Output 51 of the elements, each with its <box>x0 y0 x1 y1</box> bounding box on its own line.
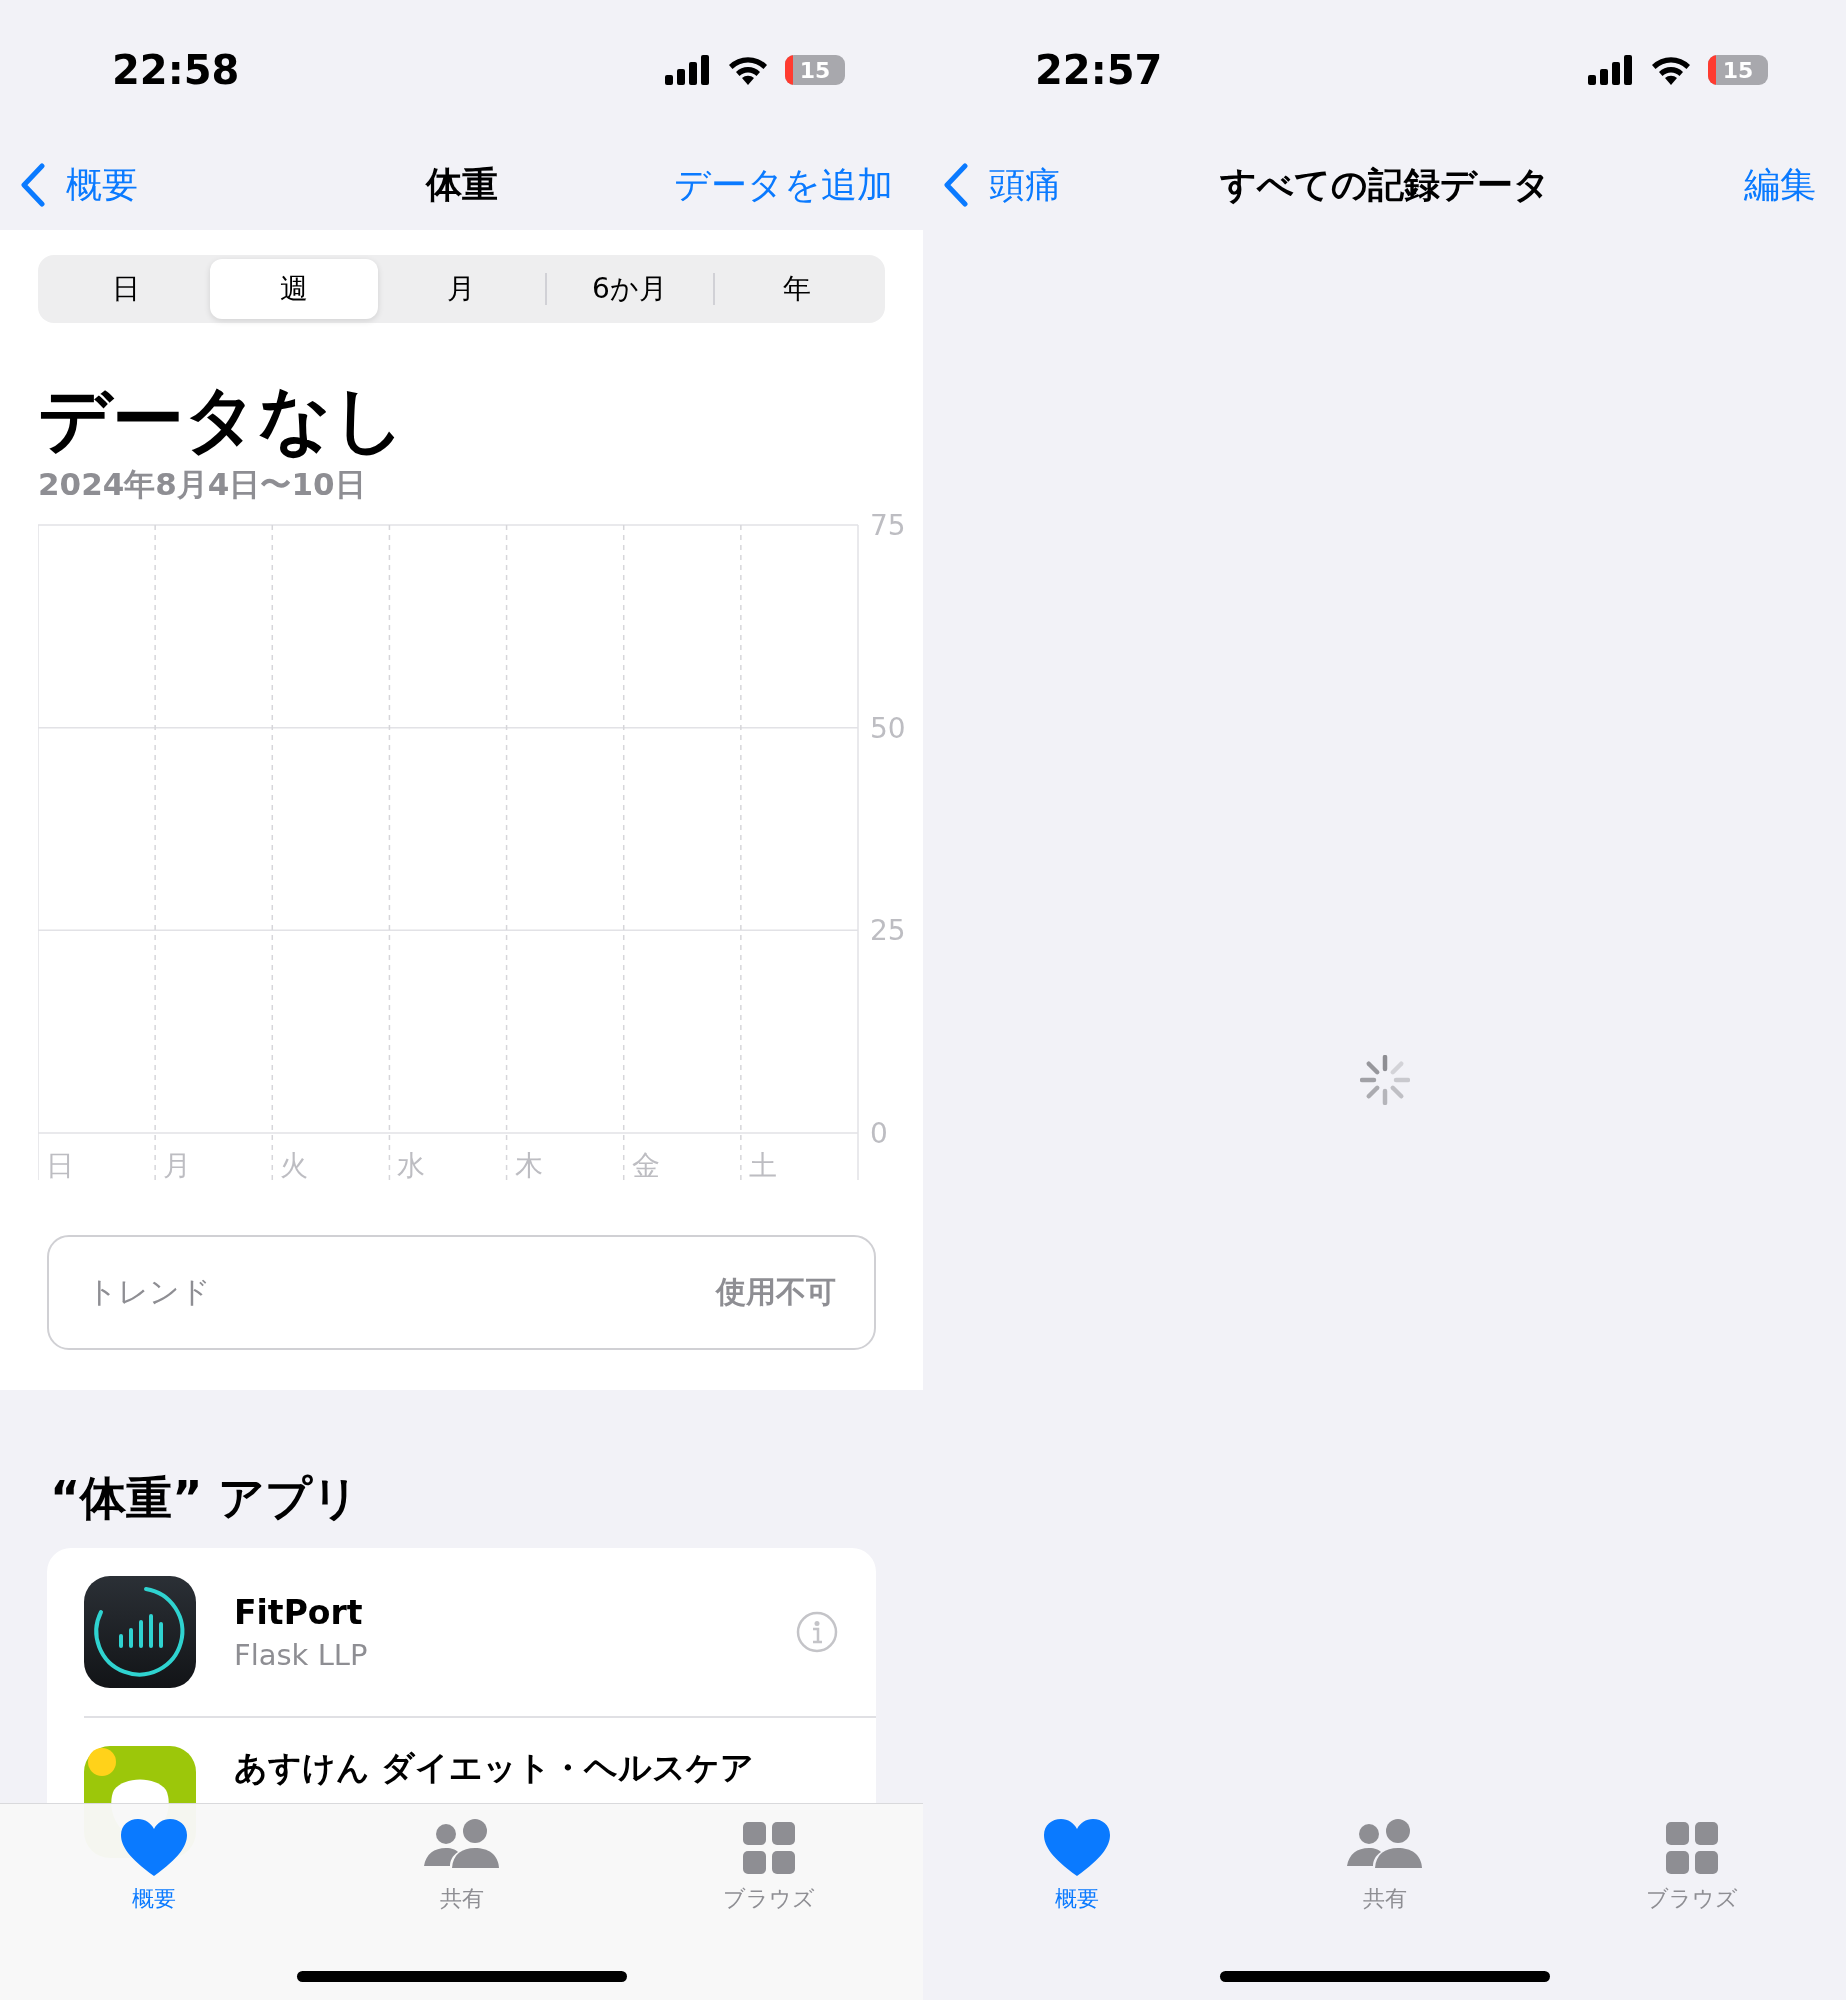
tab-bar-item[interactable]: 概要 <box>923 1804 1231 1928</box>
battery-indicator: 15 <box>1708 55 1768 85</box>
signal-icon <box>665 55 711 85</box>
trend-value: 使用不可 <box>716 1273 836 1312</box>
axis-tick-label: 0 <box>870 1117 888 1151</box>
segment-tab[interactable]: 週 <box>209 259 378 319</box>
axis-tick-label: 25 <box>870 914 906 948</box>
axis-day-label: 月 <box>163 1149 192 1183</box>
back-chevron-icon <box>20 163 46 207</box>
app-name: FitPort <box>234 1592 364 1632</box>
tab-bar-item[interactable]: ブラウズ <box>615 1804 923 1928</box>
tab-bar-item[interactable]: 共有 <box>1230 1804 1539 1928</box>
info-icon[interactable] <box>796 1611 838 1654</box>
tab-bar-item[interactable]: ブラウズ <box>1538 1804 1846 1928</box>
loading-spinner-icon <box>1359 1055 1410 1105</box>
app-name: あすけん ダイエット・ヘルスケア <box>234 1747 756 1790</box>
segment-tab[interactable]: 年 <box>713 259 881 319</box>
axis-day-label: 土 <box>748 1149 777 1183</box>
segment-tab[interactable]: 6か月 <box>545 259 714 319</box>
nav-title: 体重 <box>425 162 498 207</box>
trend-label: トレンド <box>87 1273 211 1312</box>
nav-action-button[interactable]: 編集 <box>1744 160 1816 210</box>
status-time: 22:57 <box>1035 47 1163 93</box>
axis-day-label: 火 <box>280 1149 309 1183</box>
axis-tick-label: 75 <box>870 510 906 543</box>
axis-day-label: 水 <box>397 1149 426 1183</box>
signal-icon <box>1588 55 1634 85</box>
section-title: “体重” アプリ <box>49 1470 361 1528</box>
status-time: 22:58 <box>112 47 240 93</box>
battery-indicator: 15 <box>785 55 845 85</box>
app-developer: Flask LLP <box>234 1637 369 1672</box>
nav-action-button[interactable]: データを追加 <box>674 160 893 210</box>
segment-tab[interactable]: 月 <box>377 259 546 319</box>
back-button[interactable]: 概要 <box>20 160 138 210</box>
back-chevron-icon <box>943 163 969 207</box>
axis-day-label: 金 <box>631 1149 660 1183</box>
back-button[interactable]: 頭痛 <box>943 160 1061 210</box>
heart-icon <box>118 1818 189 1878</box>
axis-day-label: 日 <box>46 1149 74 1183</box>
heart-icon <box>1041 1818 1112 1878</box>
wifi-icon <box>727 55 769 85</box>
app-icon <box>84 1576 196 1689</box>
tab-bar-item[interactable]: 概要 <box>0 1804 308 1928</box>
axis-day-label: 木 <box>514 1149 543 1183</box>
date-range: 2024年8月4日〜10日 <box>38 465 367 505</box>
headline: データなし <box>38 376 407 463</box>
tab-bar-item[interactable]: 共有 <box>307 1804 616 1928</box>
nav-title: すべての記録データ <box>1219 162 1550 207</box>
axis-tick-label: 50 <box>870 712 906 746</box>
segment-tab[interactable]: 日 <box>42 259 210 319</box>
wifi-icon <box>1650 55 1692 85</box>
